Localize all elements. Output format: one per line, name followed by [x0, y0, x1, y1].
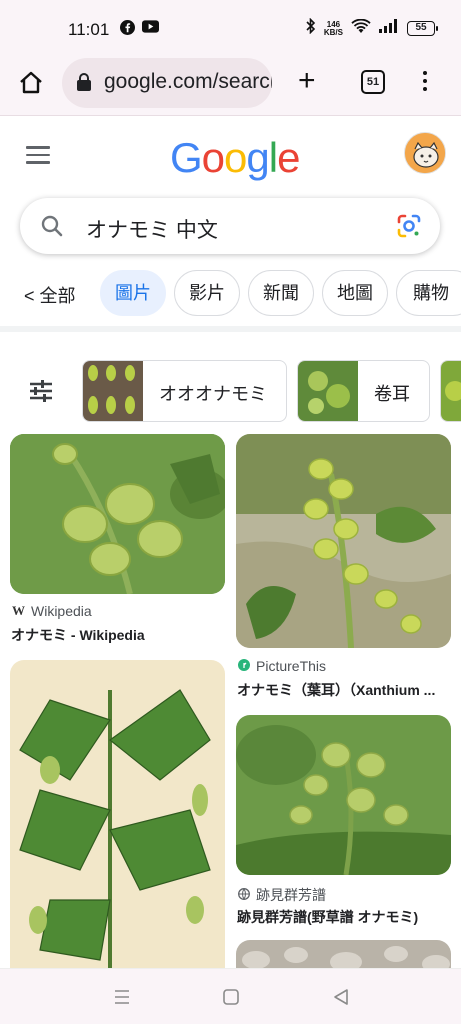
chip-shopping[interactable]: 購物 — [396, 270, 461, 316]
search-query[interactable]: オナモミ 中文 — [86, 214, 218, 244]
chip-news[interactable]: 新聞 — [248, 270, 314, 316]
address-bar[interactable]: google.com/search — [62, 58, 272, 108]
chip-images[interactable]: 圖片 — [100, 270, 166, 316]
network-speed-unit: KB/S — [323, 27, 343, 37]
status-bar: 11:01 146 KB/S 55 — [0, 0, 461, 58]
result-source-1[interactable]: W Wikipedia — [12, 603, 92, 619]
status-time: 11:01 — [68, 20, 110, 39]
logo-letter: G — [170, 134, 203, 181]
browser-toolbar: google.com/search + 51 — [0, 58, 461, 116]
section-divider — [0, 326, 461, 332]
battery-indicator: 55 — [407, 21, 438, 36]
result-title-3[interactable]: 跡見群芳譜(野草譜 オナモミ) — [237, 907, 449, 927]
botanical-illustration — [10, 660, 225, 970]
related-chip-label: 卷耳 — [374, 384, 410, 404]
facebook-icon — [120, 20, 135, 38]
result-source-3[interactable]: 跡見群芳譜 — [238, 885, 326, 905]
logo-letter: e — [277, 134, 300, 181]
recent-apps-icon[interactable] — [112, 987, 132, 1007]
result-image-3[interactable] — [10, 660, 225, 970]
logo-letter: l — [268, 134, 278, 181]
cocklebur-photo — [236, 434, 451, 648]
result-source-2[interactable]: PictureThis — [238, 658, 326, 674]
lock-icon — [77, 73, 91, 91]
signal-icon — [379, 19, 399, 38]
related-chip-oonamomi[interactable]: オオオナモミ — [82, 360, 287, 422]
related-thumbnail — [83, 361, 143, 421]
logo-letter: g — [246, 134, 269, 181]
bluetooth-icon — [306, 17, 316, 39]
home-nav-icon[interactable] — [221, 987, 241, 1007]
wifi-icon — [351, 18, 371, 39]
search-box[interactable]: オナモミ 中文 — [20, 198, 440, 254]
globe-icon — [238, 887, 250, 903]
result-source-name: Wikipedia — [31, 603, 92, 619]
tab-switcher-button[interactable]: 51 — [361, 70, 385, 94]
cocklebur-photo — [10, 434, 225, 594]
back-nav-icon[interactable] — [331, 987, 351, 1007]
google-logo[interactable]: Google — [170, 134, 300, 182]
wikipedia-icon: W — [12, 603, 25, 618]
result-title-2[interactable]: オナモミ（葉耳）（Xanthium ... — [237, 680, 449, 700]
related-chip-label: オオオナモミ — [159, 384, 267, 404]
network-speed: 146 KB/S — [323, 20, 343, 37]
result-image-1[interactable] — [10, 434, 225, 594]
related-thumbnail — [298, 361, 358, 421]
chip-videos[interactable]: 影片 — [174, 270, 240, 316]
cocklebur-photo — [236, 715, 451, 875]
logo-letter: o — [201, 134, 225, 181]
search-icon — [41, 215, 63, 237]
result-image-2[interactable] — [236, 434, 451, 648]
related-chip-juaner[interactable]: 卷耳 — [297, 360, 430, 422]
result-source-name: PictureThis — [256, 658, 327, 674]
avatar[interactable] — [404, 132, 446, 174]
system-nav-bar — [0, 968, 461, 1024]
chip-maps[interactable]: 地圖 — [322, 270, 388, 316]
status-icons: 146 KB/S 55 — [306, 17, 438, 39]
related-thumbnail — [441, 361, 461, 421]
home-icon[interactable] — [17, 69, 45, 97]
logo-letter: o — [224, 134, 247, 181]
google-lens-icon[interactable] — [396, 213, 422, 239]
result-title-1[interactable]: オナモミ - Wikipedia — [11, 625, 223, 645]
more-options-icon[interactable] — [420, 68, 430, 98]
result-source-name: 跡見群芳譜 — [256, 887, 326, 903]
youtube-icon — [142, 20, 159, 36]
result-image-4[interactable] — [236, 715, 451, 875]
filter-icon[interactable] — [28, 378, 54, 404]
url-text: google.com/search — [104, 70, 272, 93]
leaf-icon — [238, 658, 250, 674]
search-type-chips: < 全部 圖片 影片 新聞 地圖 購物 — [0, 270, 461, 316]
new-tab-button[interactable]: + — [298, 64, 316, 98]
related-chip-more[interactable] — [440, 360, 461, 422]
menu-icon[interactable] — [26, 146, 50, 164]
back-to-all-button[interactable]: < 全部 — [24, 282, 76, 308]
